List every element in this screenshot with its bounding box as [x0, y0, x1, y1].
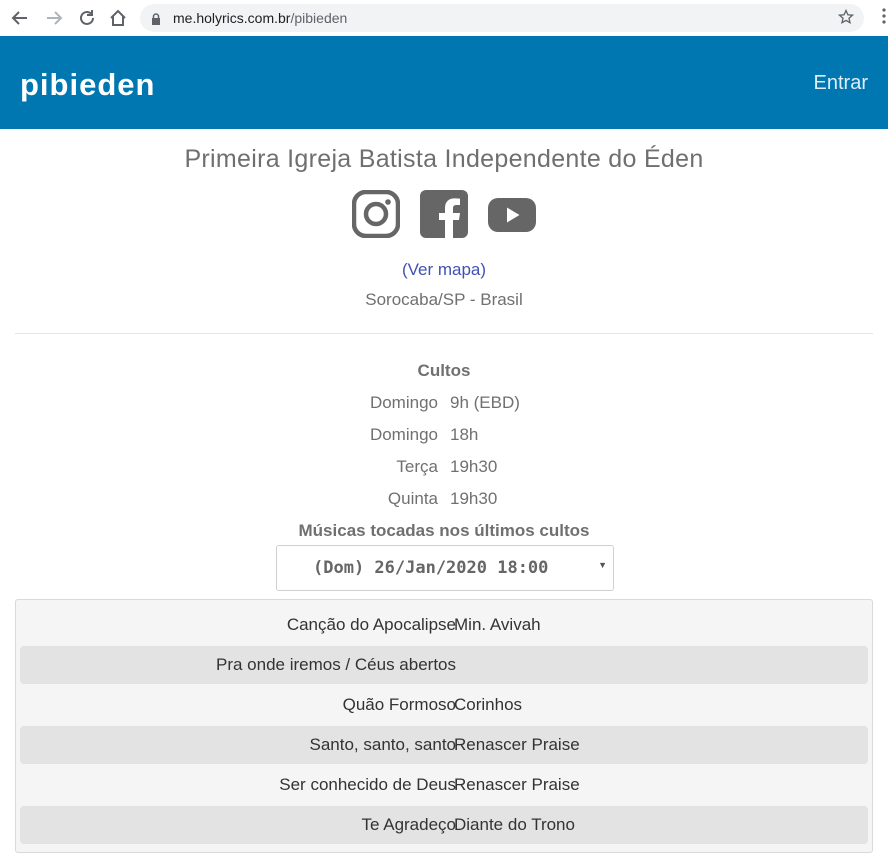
selected-service-value: (Dom) 26/Jan/2020 18:00 [313, 558, 549, 578]
back-arrow-icon[interactable] [8, 6, 32, 30]
schedule-day: Domingo [369, 393, 438, 412]
browser-toolbar: me.holyrics.com.br/pibieden [0, 0, 888, 36]
services-title: Cultos [417, 361, 471, 380]
youtube-icon[interactable] [488, 198, 536, 237]
lock-icon [151, 12, 161, 30]
section-divider [15, 333, 873, 334]
schedule-row: Domingo 9h (EBD) [0, 393, 888, 415]
schedule-day: Terça [396, 457, 438, 476]
song-row: Te Agradeço Diante do Trono [20, 806, 868, 844]
login-link[interactable]: Entrar [814, 72, 868, 95]
facebook-icon[interactable] [420, 190, 468, 243]
song-row: Pra onde iremos / Céus abertos [20, 646, 868, 684]
forward-arrow-icon[interactable] [42, 6, 66, 30]
song-artist: Corinhos [454, 695, 523, 714]
song-artist: Diante do Trono [454, 815, 575, 834]
song-row: Canção do Apocalipse Min. Avivah [20, 606, 868, 644]
songs-title: Músicas tocadas nos últimos cultos [298, 521, 590, 540]
dropdown-arrow-icon: ▼ [598, 560, 607, 570]
song-title: Quão Formoso [342, 695, 456, 714]
schedule-time: 19h30 [450, 457, 498, 476]
schedule-day: Quinta [387, 489, 438, 508]
schedule-time: 18h [450, 425, 479, 444]
map-link[interactable]: (Ver mapa) [0, 260, 888, 280]
schedule-time: 9h (EBD) [450, 393, 520, 412]
browser-menu-icon[interactable] [882, 8, 886, 29]
home-icon[interactable] [106, 6, 130, 30]
song-title: Pra onde iremos / Céus abertos [215, 655, 456, 674]
url-host: me.holyrics.com.br [173, 10, 291, 26]
schedule-time: 19h30 [450, 489, 498, 508]
song-title: Canção do Apocalipse [286, 615, 456, 634]
url-text: me.holyrics.com.br/pibieden [173, 10, 347, 26]
url-path: /pibieden [290, 10, 348, 26]
songs-list: Canção do Apocalipse Min. Avivah Pra ond… [15, 599, 873, 853]
address-bar[interactable]: me.holyrics.com.br/pibieden [140, 4, 864, 32]
instagram-icon[interactable] [351, 189, 401, 243]
song-row: Santo, santo, santo Renascer Praise [20, 726, 868, 764]
song-row: Quão Formoso Corinhos [20, 686, 868, 724]
song-row: Ser conhecido de Deus Renascer Praise [20, 766, 868, 804]
location-text: Sorocaba/SP - Brasil [365, 290, 523, 309]
song-artist: Renascer Praise [454, 735, 580, 754]
bookmark-star-icon[interactable] [837, 8, 855, 30]
schedule-row: Terça 19h30 [0, 457, 888, 479]
site-header: pibieden Entrar [0, 36, 888, 129]
song-title: Ser conhecido de Deus [279, 775, 456, 794]
song-artist: Min. Avivah [454, 615, 541, 634]
brand-logo[interactable]: pibieden [20, 67, 155, 103]
church-name: Primeira Igreja Batista Independente do … [184, 145, 704, 173]
service-date-select[interactable]: (Dom) 26/Jan/2020 18:00 ▼ [276, 545, 614, 591]
reload-icon[interactable] [75, 6, 99, 30]
schedule-row: Domingo 18h [0, 425, 888, 447]
song-artist: Renascer Praise [454, 775, 580, 794]
song-title: Te Agradeço [361, 815, 456, 834]
schedule-day: Domingo [369, 425, 438, 444]
social-links [0, 189, 888, 243]
song-title: Santo, santo, santo [309, 735, 457, 754]
schedule-row: Quinta 19h30 [0, 489, 888, 511]
